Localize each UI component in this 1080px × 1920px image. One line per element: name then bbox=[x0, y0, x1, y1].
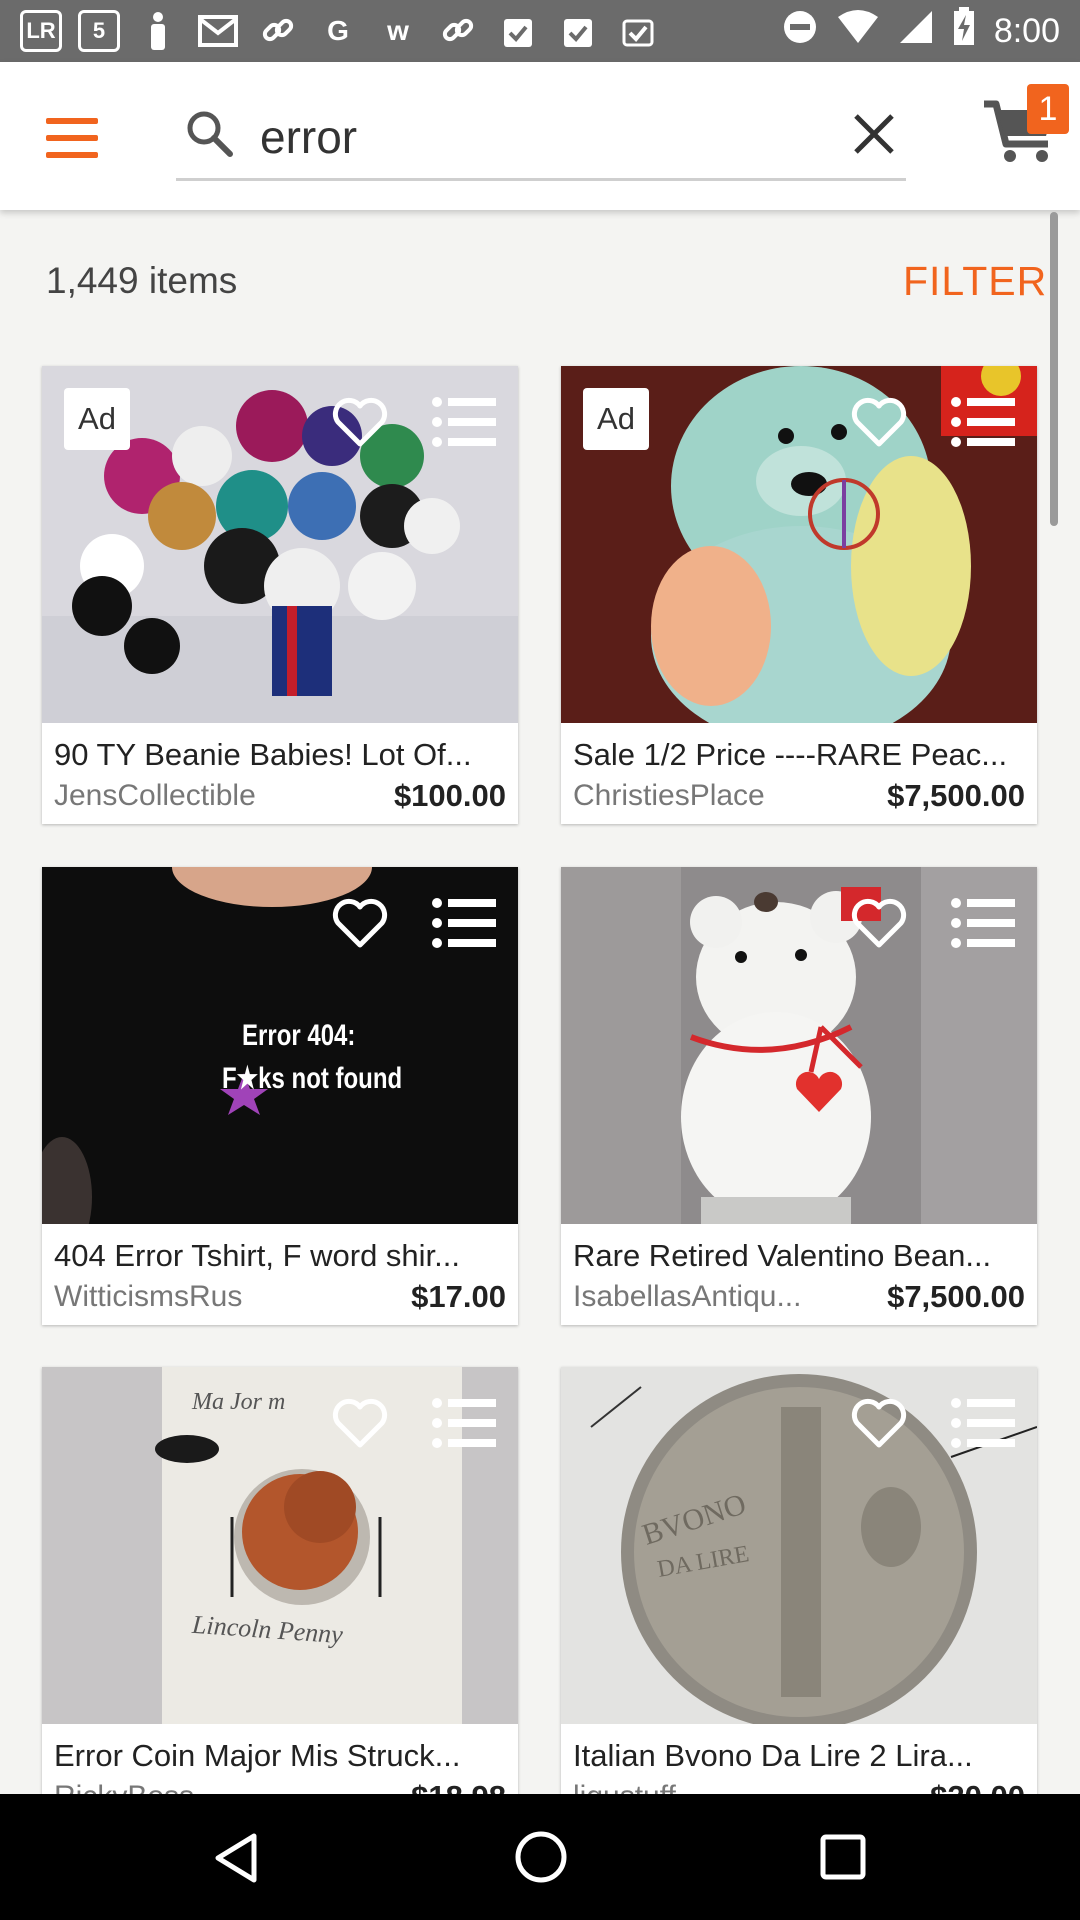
listing-image-black-tshirt[interactable]: Error 404: F★ks not found bbox=[42, 867, 518, 1224]
add-to-list-icon[interactable] bbox=[432, 1397, 496, 1449]
listing-card[interactable]: Error 404: F★ks not found 404 Error Tshi… bbox=[42, 867, 518, 1325]
tshirt-print-line-1: Error 404: bbox=[242, 1019, 356, 1052]
heart-icon[interactable] bbox=[851, 895, 907, 951]
person-icon bbox=[136, 9, 180, 53]
listing-title[interactable]: 90 TY Beanie Babies! Lot Of... bbox=[54, 737, 506, 773]
clear-search-icon[interactable] bbox=[850, 110, 898, 158]
results-count: 1,449 items bbox=[46, 260, 238, 301]
add-to-list-icon[interactable] bbox=[951, 897, 1015, 949]
hamburger-icon bbox=[46, 118, 98, 124]
status-bar: LR 5 G w 8:00 bbox=[0, 0, 1080, 62]
mail-icon bbox=[196, 9, 240, 53]
listing-image-lincoln-penny[interactable]: Ma Jor m Lincoln Penny bbox=[42, 1367, 518, 1724]
heart-icon[interactable] bbox=[332, 394, 388, 450]
search-icon bbox=[187, 111, 233, 157]
listing-card[interactable]: BVONO DA LIRE Italian Bvono Da Lire 2 Li… bbox=[561, 1367, 1037, 1825]
heart-icon[interactable] bbox=[851, 1395, 907, 1451]
link-icon bbox=[436, 9, 480, 53]
listing-title[interactable]: 404 Error Tshirt, F word shir... bbox=[54, 1238, 506, 1274]
listing-image-beanie-babies[interactable]: Ad bbox=[42, 366, 518, 723]
home-icon[interactable] bbox=[514, 1830, 568, 1884]
listing-image-italian-coin[interactable]: BVONO DA LIRE bbox=[561, 1367, 1037, 1724]
listing-info[interactable]: Rare Retired Valentino Bean... Isabellas… bbox=[561, 1224, 1037, 1325]
listing-price: $7,500.00 bbox=[887, 778, 1025, 813]
five-app-icon: 5 bbox=[78, 10, 120, 52]
clipboard-check-icon bbox=[556, 9, 600, 53]
clock: 8:00 bbox=[993, 11, 1060, 50]
listing-info[interactable]: Sale 1/2 Price ----RARE Peac... Christie… bbox=[561, 723, 1037, 824]
add-to-list-icon[interactable] bbox=[432, 897, 496, 949]
filter-button[interactable]: FILTER bbox=[903, 258, 1047, 305]
listing-card[interactable]: Ma Jor m Lincoln Penny Error Coin Major … bbox=[42, 1367, 518, 1825]
coin-holder-note-top: Ma Jor m bbox=[192, 1389, 286, 1415]
listing-info[interactable]: 404 Error Tshirt, F word shir... Wittici… bbox=[42, 1224, 518, 1325]
menu-button[interactable] bbox=[46, 118, 98, 158]
add-to-list-icon[interactable] bbox=[951, 396, 1015, 448]
do-not-disturb-icon bbox=[782, 9, 818, 54]
lr-app-icon: LR bbox=[20, 10, 62, 52]
link-icon bbox=[256, 9, 300, 53]
google-icon: G bbox=[327, 15, 349, 46]
listing-card[interactable]: Ad 90 TY Beanie Babies! Lot Of... JensCo… bbox=[42, 366, 518, 824]
listing-card[interactable]: Ad Sale 1/2 Price ----RARE Peac... Chris… bbox=[561, 366, 1037, 824]
app-bar: error bbox=[0, 62, 1080, 210]
notification-icons: LR 5 G w bbox=[20, 9, 660, 53]
listing-info[interactable]: 90 TY Beanie Babies! Lot Of... JensColle… bbox=[42, 723, 518, 824]
listing-image-white-bear[interactable] bbox=[561, 867, 1037, 1224]
listing-price: $100.00 bbox=[393, 778, 506, 813]
listing-shop: JensCollectible bbox=[54, 779, 256, 812]
w-app-icon: w bbox=[387, 15, 409, 46]
listing-shop: WitticismsRus bbox=[54, 1280, 243, 1313]
tshirt-print-line-2: F★ks not found bbox=[222, 1062, 403, 1095]
add-to-list-icon[interactable] bbox=[951, 1397, 1015, 1449]
search-field[interactable]: error bbox=[176, 92, 906, 181]
listing-price: $7,500.00 bbox=[887, 1279, 1025, 1314]
heart-icon[interactable] bbox=[332, 1395, 388, 1451]
clipboard-check-icon bbox=[616, 9, 660, 53]
ad-badge: Ad bbox=[64, 388, 130, 450]
back-icon[interactable] bbox=[210, 1832, 262, 1884]
listing-price: $17.00 bbox=[411, 1279, 506, 1314]
listing-title[interactable]: Error Coin Major Mis Struck... bbox=[54, 1738, 506, 1774]
search-input[interactable]: error bbox=[260, 110, 357, 164]
listing-title[interactable]: Rare Retired Valentino Bean... bbox=[573, 1238, 1025, 1274]
listing-title[interactable]: Italian Bvono Da Lire 2 Lira... bbox=[573, 1738, 1025, 1774]
battery-charging-icon bbox=[952, 6, 976, 56]
recent-apps-icon[interactable] bbox=[820, 1834, 866, 1880]
listing-title[interactable]: Sale 1/2 Price ----RARE Peac... bbox=[573, 737, 1025, 773]
system-status: 8:00 bbox=[782, 6, 1060, 56]
listing-image-peace-bear[interactable]: Ad bbox=[561, 366, 1037, 723]
wifi-icon bbox=[836, 9, 880, 54]
cart-badge: 1 bbox=[1027, 84, 1069, 134]
ad-badge: Ad bbox=[583, 388, 649, 450]
listing-shop: ChristiesPlace bbox=[573, 779, 765, 812]
listing-shop: IsabellasAntiqu... bbox=[573, 1280, 802, 1313]
listing-card[interactable]: Rare Retired Valentino Bean... Isabellas… bbox=[561, 867, 1037, 1325]
system-nav-bar bbox=[0, 1794, 1080, 1920]
heart-icon[interactable] bbox=[332, 895, 388, 951]
heart-icon[interactable] bbox=[851, 394, 907, 450]
scrollbar[interactable] bbox=[1050, 212, 1058, 526]
signal-icon bbox=[898, 9, 934, 54]
clipboard-check-icon bbox=[496, 9, 540, 53]
add-to-list-icon[interactable] bbox=[432, 396, 496, 448]
